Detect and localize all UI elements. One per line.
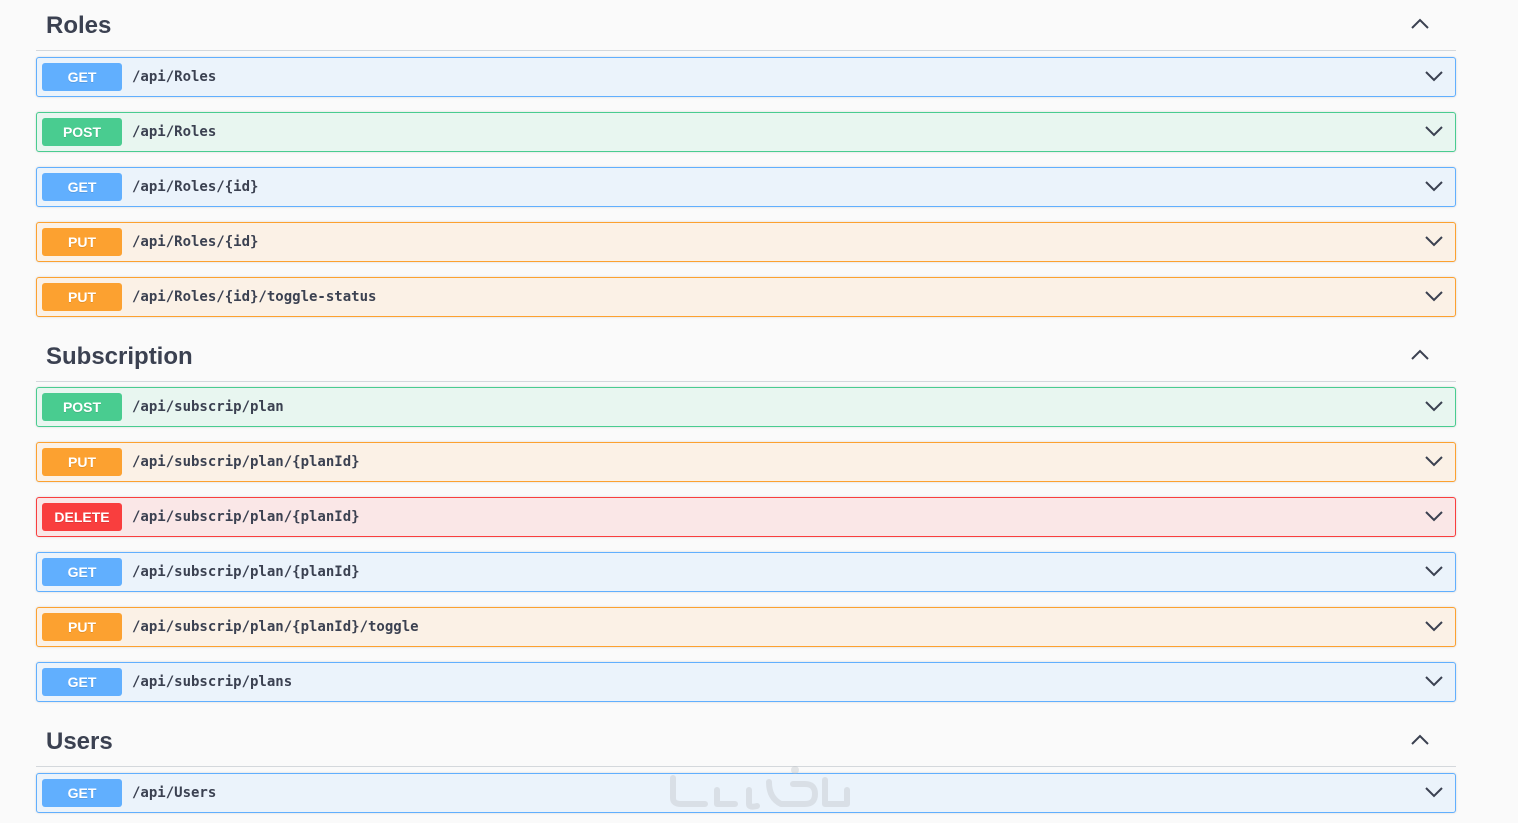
operation-put-role-toggle-status[interactable]: PUT /api/Roles/{id}/toggle-status bbox=[36, 277, 1456, 317]
operation-get-plan[interactable]: GET /api/subscrip/plan/{planId} bbox=[36, 552, 1456, 592]
operation-path: /api/Roles bbox=[132, 124, 217, 140]
method-badge: GET bbox=[42, 668, 122, 696]
method-badge: DELETE bbox=[42, 503, 122, 531]
method-badge: GET bbox=[42, 63, 122, 91]
section-header-roles[interactable]: Roles bbox=[36, 0, 1456, 51]
method-badge: GET bbox=[42, 779, 122, 807]
chevron-down-icon[interactable] bbox=[1425, 786, 1443, 798]
section-title: Roles bbox=[46, 12, 112, 39]
method-badge: PUT bbox=[42, 283, 122, 311]
operation-put-plan-toggle[interactable]: PUT /api/subscrip/plan/{planId}/toggle bbox=[36, 607, 1456, 647]
operation-path: /api/subscrip/plan/{planId} bbox=[132, 454, 360, 470]
chevron-down-icon[interactable] bbox=[1425, 675, 1443, 687]
operation-put-role[interactable]: PUT /api/Roles/{id} bbox=[36, 222, 1456, 262]
chevron-down-icon[interactable] bbox=[1425, 565, 1443, 577]
operation-get-roles[interactable]: GET /api/Roles bbox=[36, 57, 1456, 97]
operation-path: /api/subscrip/plan/{planId}/toggle bbox=[132, 619, 419, 635]
watermark-logo bbox=[670, 766, 850, 810]
operation-put-plan[interactable]: PUT /api/subscrip/plan/{planId} bbox=[36, 442, 1456, 482]
chevron-up-icon[interactable] bbox=[1410, 16, 1430, 30]
chevron-down-icon[interactable] bbox=[1425, 455, 1443, 467]
operation-path: /api/Users bbox=[132, 785, 217, 801]
chevron-down-icon[interactable] bbox=[1425, 510, 1443, 522]
chevron-down-icon[interactable] bbox=[1425, 290, 1443, 302]
method-badge: POST bbox=[42, 393, 122, 421]
operation-path: /api/Roles/{id} bbox=[132, 234, 259, 250]
chevron-down-icon[interactable] bbox=[1425, 125, 1443, 137]
chevron-down-icon[interactable] bbox=[1425, 620, 1443, 632]
operation-path: /api/subscrip/plans bbox=[132, 674, 293, 690]
operation-path: /api/subscrip/plan/{planId} bbox=[132, 564, 360, 580]
chevron-down-icon[interactable] bbox=[1425, 235, 1443, 247]
chevron-up-icon[interactable] bbox=[1410, 347, 1430, 361]
operation-post-roles[interactable]: POST /api/Roles bbox=[36, 112, 1456, 152]
operation-get-plans[interactable]: GET /api/subscrip/plans bbox=[36, 662, 1456, 702]
method-badge: POST bbox=[42, 118, 122, 146]
chevron-down-icon[interactable] bbox=[1425, 180, 1443, 192]
method-badge: PUT bbox=[42, 613, 122, 641]
method-badge: PUT bbox=[42, 228, 122, 256]
operation-path: /api/subscrip/plan bbox=[132, 399, 284, 415]
operation-post-plan[interactable]: POST /api/subscrip/plan bbox=[36, 387, 1456, 427]
operation-delete-plan[interactable]: DELETE /api/subscrip/plan/{planId} bbox=[36, 497, 1456, 537]
operation-get-role-by-id[interactable]: GET /api/Roles/{id} bbox=[36, 167, 1456, 207]
method-badge: GET bbox=[42, 173, 122, 201]
method-badge: GET bbox=[42, 558, 122, 586]
section-roles: Roles bbox=[36, 0, 1456, 51]
operation-path: /api/Roles/{id} bbox=[132, 179, 259, 195]
chevron-up-icon[interactable] bbox=[1410, 732, 1430, 746]
section-title: Subscription bbox=[46, 343, 193, 370]
operation-path: /api/Roles bbox=[132, 69, 217, 85]
section-header-subscription[interactable]: Subscription bbox=[36, 331, 1456, 382]
method-badge: PUT bbox=[42, 448, 122, 476]
chevron-down-icon[interactable] bbox=[1425, 70, 1443, 82]
chevron-down-icon[interactable] bbox=[1425, 400, 1443, 412]
operation-path: /api/subscrip/plan/{planId} bbox=[132, 509, 360, 525]
operation-path: /api/Roles/{id}/toggle-status bbox=[132, 289, 377, 305]
section-title: Users bbox=[46, 728, 113, 755]
section-subscription: Subscription bbox=[36, 331, 1456, 382]
